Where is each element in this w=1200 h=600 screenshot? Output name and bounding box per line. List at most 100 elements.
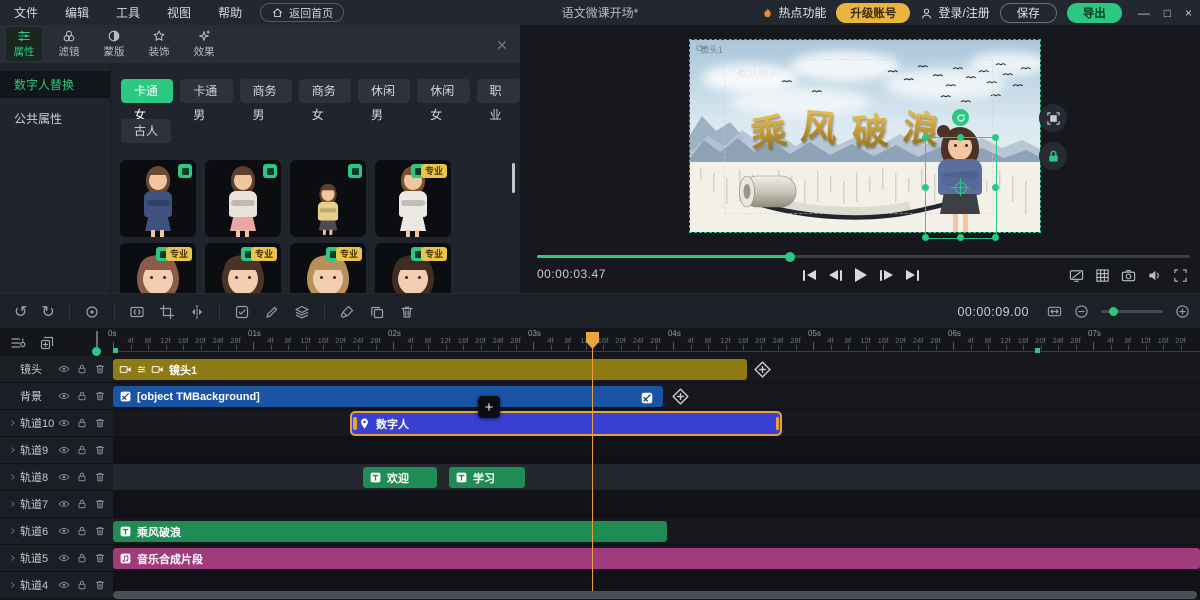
- delete-track-icon[interactable]: [94, 390, 106, 402]
- character-card-5[interactable]: 专业: [205, 243, 281, 293]
- visibility-toggle-icon[interactable]: [58, 417, 70, 429]
- split-icon[interactable]: [129, 304, 145, 320]
- track-lane-轨道6[interactable]: 乘风破浪: [113, 518, 1200, 545]
- track-lane-轨道7[interactable]: [113, 491, 1200, 518]
- clip-数字人[interactable]: 数字人: [352, 413, 780, 434]
- selection-handle[interactable]: [922, 184, 929, 191]
- track-header-轨道10[interactable]: 轨道10: [0, 410, 113, 437]
- tab-sliders[interactable]: 属性: [6, 27, 42, 61]
- save-button[interactable]: 保存: [1000, 3, 1057, 23]
- selection-handle[interactable]: [992, 184, 999, 191]
- track-lane-轨道8[interactable]: 欢迎学习: [113, 464, 1200, 491]
- character-card-0[interactable]: [120, 160, 196, 237]
- redo-icon[interactable]: ↻: [41, 304, 54, 320]
- home-button[interactable]: 返回首页: [260, 3, 344, 22]
- visibility-toggle-icon[interactable]: [58, 498, 70, 510]
- track-lane-镜头[interactable]: 镜头1: [113, 356, 1200, 383]
- trash-icon[interactable]: [399, 304, 415, 320]
- lock-toggle-icon[interactable]: [76, 525, 88, 537]
- delete-track-icon[interactable]: [94, 552, 106, 564]
- grid-scrollbar[interactable]: [512, 163, 515, 193]
- zoom-in-icon[interactable]: [1175, 303, 1190, 321]
- delete-track-icon[interactable]: [94, 363, 106, 375]
- pen-icon[interactable]: [264, 304, 280, 320]
- clip-镜头1[interactable]: 镜头1: [113, 359, 747, 380]
- visibility-toggle-icon[interactable]: [58, 552, 70, 564]
- selection-handle[interactable]: [922, 234, 929, 241]
- range-end-marker[interactable]: [1035, 348, 1040, 353]
- lock-toggle-icon[interactable]: [76, 417, 88, 429]
- visibility-toggle-icon[interactable]: [58, 363, 70, 375]
- tab-mask[interactable]: 蒙版: [96, 27, 132, 61]
- rotate-handle-icon[interactable]: [952, 109, 969, 126]
- track-header-镜头[interactable]: 镜头: [0, 356, 113, 383]
- skip-end-button[interactable]: [906, 267, 919, 283]
- fullscreen-icon[interactable]: [1173, 268, 1188, 283]
- delete-track-icon[interactable]: [94, 417, 106, 429]
- copy-icon[interactable]: [369, 304, 385, 320]
- add-keyframe-button[interactable]: [671, 387, 690, 406]
- track-header-轨道9[interactable]: 轨道9: [0, 437, 113, 464]
- checklist-icon[interactable]: [234, 304, 250, 320]
- category-chip-1-5[interactable]: 休闲女: [417, 79, 469, 103]
- track-lane-背景[interactable]: [object TMBackground]: [113, 383, 1200, 410]
- track-header-轨道8[interactable]: 轨道8: [0, 464, 113, 491]
- clip-学习[interactable]: 学习: [449, 467, 525, 488]
- delete-track-icon[interactable]: [94, 498, 106, 510]
- brush-icon[interactable]: [339, 304, 355, 320]
- close-panel-icon[interactable]: [496, 36, 508, 54]
- visibility-toggle-icon[interactable]: [58, 579, 70, 591]
- track-header-轨道5[interactable]: 轨道5: [0, 545, 113, 572]
- menu-2[interactable]: 工具: [116, 4, 140, 21]
- character-card-4[interactable]: 专业: [120, 243, 196, 293]
- visibility-toggle-icon[interactable]: [58, 471, 70, 483]
- lock-toggle-icon[interactable]: [76, 444, 88, 456]
- crop-icon[interactable]: [159, 304, 175, 320]
- track-header-轨道4[interactable]: 轨道4: [0, 572, 113, 599]
- tab-star[interactable]: 装饰: [141, 27, 177, 61]
- category-chip-1-4[interactable]: 休闲男: [358, 79, 410, 103]
- anchor-crosshair-icon[interactable]: [951, 178, 969, 196]
- track-header-轨道7[interactable]: 轨道7: [0, 491, 113, 518]
- skip-start-button[interactable]: [803, 267, 816, 283]
- selection-handle[interactable]: [992, 134, 999, 141]
- frame-forward-button[interactable]: [880, 267, 893, 283]
- speaker-icon[interactable]: [1147, 268, 1162, 283]
- category-chip-2-0[interactable]: 古人: [121, 119, 171, 143]
- seek-bar[interactable]: [537, 255, 1190, 258]
- lock-toggle-icon[interactable]: [76, 552, 88, 564]
- sidebar-item-0[interactable]: 数字人替换: [0, 71, 110, 98]
- delete-track-icon[interactable]: [94, 444, 106, 456]
- delete-track-icon[interactable]: [94, 525, 106, 537]
- track-lane-轨道10[interactable]: 数字人: [113, 410, 1200, 437]
- zoom-slider-thumb[interactable]: [1109, 307, 1118, 316]
- seek-knob[interactable]: [785, 252, 795, 262]
- lock-toggle-icon[interactable]: [76, 363, 88, 375]
- character-card-2[interactable]: [290, 160, 366, 237]
- clip-[object TMBackground][interactable]: [object TMBackground]: [113, 386, 663, 407]
- grid-icon[interactable]: [1095, 268, 1110, 283]
- category-chip-1-2[interactable]: 商务男: [240, 79, 292, 103]
- timeline-horizontal-scrollbar[interactable]: [113, 591, 1197, 599]
- visibility-toggle-icon[interactable]: [58, 525, 70, 537]
- menu-0[interactable]: 文件: [14, 4, 38, 21]
- zoom-slider[interactable]: [1101, 310, 1163, 313]
- lock-toggle-icon[interactable]: [76, 471, 88, 483]
- monitor-icon[interactable]: [1069, 268, 1084, 283]
- tab-sparkle[interactable]: 效果: [186, 27, 222, 61]
- play-button[interactable]: [855, 267, 867, 283]
- character-card-3[interactable]: 专业: [375, 160, 451, 237]
- tab-filter[interactable]: 滤镜: [51, 27, 87, 61]
- selection-handle[interactable]: [922, 134, 929, 141]
- menu-3[interactable]: 视图: [167, 4, 191, 21]
- flip-icon[interactable]: [189, 304, 205, 320]
- fit-width-icon[interactable]: [1047, 303, 1062, 321]
- track-header-轨道6[interactable]: 轨道6: [0, 518, 113, 545]
- delete-track-icon[interactable]: [94, 579, 106, 591]
- clip-欢迎[interactable]: 欢迎: [363, 467, 437, 488]
- layers-icon[interactable]: [294, 304, 310, 320]
- maximize-button[interactable]: □: [1164, 6, 1171, 20]
- selection-handle[interactable]: [992, 234, 999, 241]
- lock-button[interactable]: [1039, 142, 1067, 170]
- photocam-icon[interactable]: [1121, 268, 1136, 283]
